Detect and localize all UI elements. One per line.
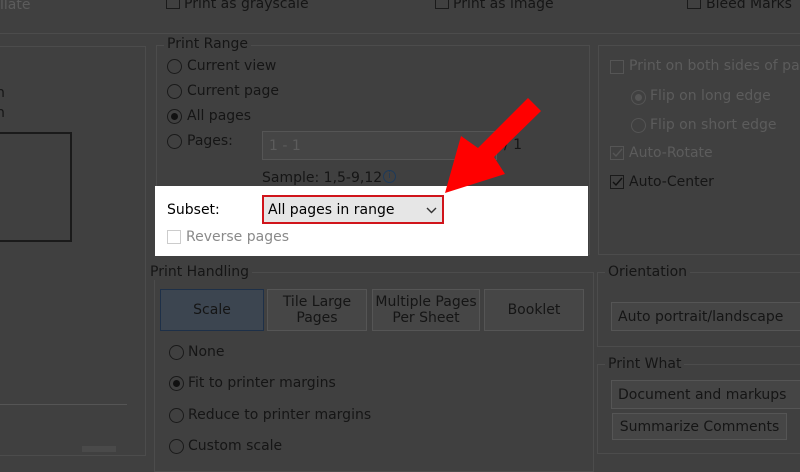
long-edge-radio[interactable] [631,90,646,105]
auto-rotate-checkbox[interactable] [610,146,624,160]
short-edge-radio[interactable] [631,118,646,133]
fit-radio[interactable] [169,376,184,391]
tab-scale[interactable]: Scale [160,289,264,331]
none-radio[interactable] [169,345,184,360]
short-edge-label: Flip on short edge [650,117,777,133]
both-sides-label: Print on both sides of pap [629,58,800,74]
summarize-comments-button[interactable]: Summarize Comments [612,413,787,440]
print-what-title: Print What [605,356,685,372]
reduce-radio[interactable] [169,408,184,423]
auto-center-checkbox[interactable] [610,175,624,189]
fit-label: Fit to printer margins [188,375,336,391]
orientation-dropdown[interactable]: Auto portrait/landscape [611,302,800,331]
orientation-title: Orientation [605,264,691,280]
custom-scale-label: Custom scale [188,438,283,454]
auto-center-label: Auto-Center [629,174,714,190]
print-handling-title: Print Handling [147,264,253,280]
long-edge-label: Flip on long edge [650,88,771,104]
both-sides-checkbox[interactable] [610,60,624,74]
reduce-label: Reduce to printer margins [188,407,372,423]
print-what-dropdown[interactable]: Document and markups [611,380,800,409]
none-label: None [188,344,225,360]
auto-rotate-label: Auto-Rotate [629,145,713,161]
tab-booklet[interactable]: Booklet [484,289,584,331]
tab-tile-large-pages[interactable]: Tile Large Pages [267,289,367,331]
print-what-group [597,364,800,454]
custom-scale-radio[interactable] [169,439,184,454]
tab-multiple-pages[interactable]: Multiple Pages Per Sheet [372,289,480,331]
